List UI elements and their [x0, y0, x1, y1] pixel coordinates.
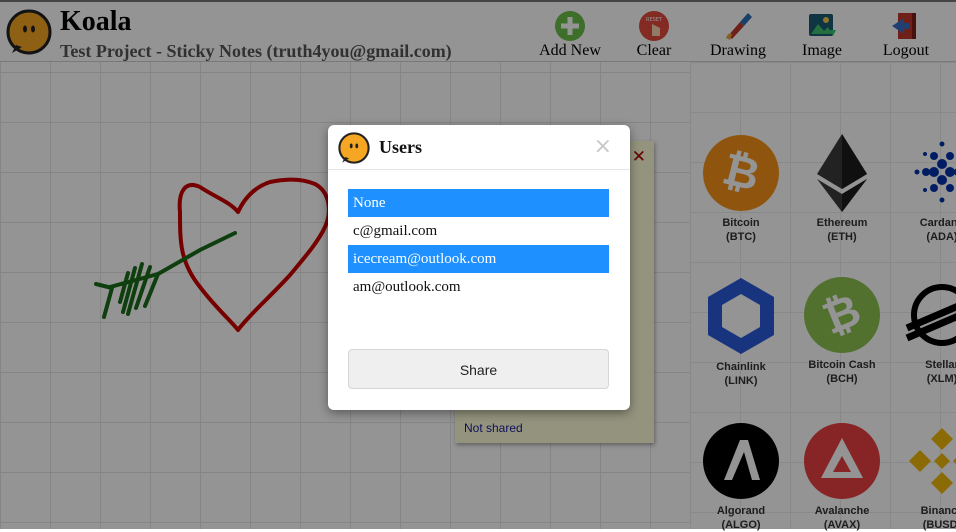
user-option[interactable]: icecream@outlook.com — [348, 245, 609, 273]
user-option[interactable]: am@outlook.com — [348, 273, 609, 301]
dialog-close-icon[interactable]: × — [594, 134, 612, 159]
share-button[interactable]: Share — [348, 349, 609, 389]
user-option[interactable]: None — [348, 189, 609, 217]
dialog-title: Users — [379, 137, 422, 157]
user-option[interactable]: c@gmail.com — [348, 217, 609, 245]
users-dialog-header: Users × — [328, 125, 630, 170]
koala-logo-icon — [338, 132, 370, 164]
users-select-list[interactable]: None c@gmail.com icecream@outlook.com am… — [348, 189, 609, 301]
users-dialog: Users × None c@gmail.com icecream@outloo… — [328, 125, 630, 410]
